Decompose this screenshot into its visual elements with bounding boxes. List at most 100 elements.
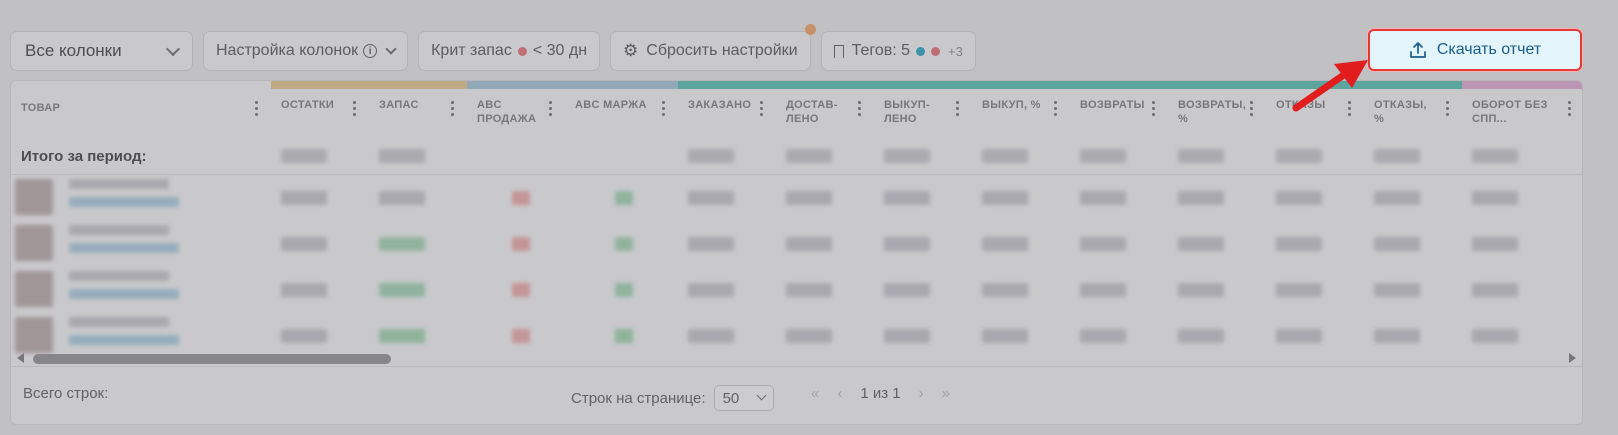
chevron-down-icon (756, 390, 767, 401)
gear-icon: ⚙ (623, 41, 639, 60)
redacted-cell (1374, 283, 1420, 297)
redacted-cell (512, 283, 530, 297)
redacted-cell (1276, 237, 1322, 251)
column-header[interactable]: Достав-лено (776, 81, 874, 137)
column-header[interactable]: Товар (11, 81, 271, 137)
pointer-arrow (1292, 60, 1368, 112)
columns-select[interactable]: Все колонки (10, 31, 193, 71)
tags-filter[interactable]: Тегов: 5 +3 (820, 31, 976, 71)
column-header[interactable]: Выкуп-лено (874, 81, 972, 137)
product-thumbnail (15, 317, 53, 353)
notification-dot (804, 24, 816, 35)
product-thumbnail (15, 271, 53, 307)
table-footer: Всего строк: Строк на странице: 50 « ‹ 1… (11, 366, 1582, 424)
redacted-cell (1080, 237, 1126, 251)
redacted-cell (281, 329, 327, 343)
column-header[interactable]: Выкуп, % (972, 81, 1070, 137)
next-page-icon[interactable]: › (919, 385, 924, 402)
column-menu-icon[interactable] (760, 101, 764, 119)
reset-settings-button[interactable]: ⚙ Сбросить настройки (610, 24, 816, 71)
column-header-label: Оборот без СПП... (1472, 99, 1548, 125)
product-thumbnail (15, 179, 53, 215)
redacted-cell (1374, 329, 1420, 343)
column-menu-icon[interactable] (858, 101, 862, 119)
redacted-cell (281, 149, 327, 163)
column-menu-icon[interactable] (1250, 101, 1254, 119)
column-header[interactable]: Заказано (678, 81, 776, 137)
column-menu-icon[interactable] (1152, 101, 1156, 119)
crit-stock-value: < 30 дн (532, 42, 588, 59)
column-header[interactable]: Остатки (271, 81, 369, 137)
redacted-cell (1178, 149, 1224, 163)
table-row[interactable] (11, 221, 1582, 267)
redacted-cell (1080, 191, 1126, 205)
tag-dot-blue (916, 46, 926, 56)
column-group-bar (776, 81, 874, 89)
scrollbar-thumb[interactable] (33, 354, 391, 364)
horizontal-scrollbar[interactable] (11, 351, 1582, 364)
scroll-right-icon[interactable] (1569, 353, 1576, 363)
redacted-cell (786, 191, 832, 205)
scroll-left-icon[interactable] (17, 353, 24, 363)
last-page-icon[interactable]: » (942, 385, 950, 402)
redacted-cell (69, 317, 169, 327)
redacted-cell (69, 289, 179, 299)
table-row[interactable] (11, 175, 1582, 221)
rows-per-page: Строк на странице: 50 (571, 385, 774, 411)
redacted-cell (615, 283, 633, 297)
rows-per-page-select[interactable]: 50 (713, 385, 774, 411)
table-row[interactable] (11, 267, 1582, 313)
column-menu-icon[interactable] (549, 101, 553, 119)
redacted-cell (281, 191, 327, 205)
redacted-cell (982, 283, 1028, 297)
column-menu-icon[interactable] (1568, 101, 1572, 119)
column-group-bar (972, 81, 1070, 89)
redacted-cell (512, 329, 530, 343)
redacted-cell (1276, 329, 1322, 343)
upload-icon (1409, 42, 1426, 58)
redacted-cell (69, 179, 169, 189)
column-menu-icon[interactable] (451, 101, 455, 119)
column-header-label: Запас (379, 99, 419, 111)
column-menu-icon[interactable] (255, 101, 259, 119)
column-header[interactable]: ABC продажа (467, 81, 565, 137)
columns-settings-button[interactable]: Настройка колонок i (203, 31, 409, 71)
column-header[interactable]: Оборот без СПП... (1462, 81, 1582, 137)
redacted-cell (69, 243, 179, 253)
column-group-bar (1070, 81, 1168, 89)
redacted-cell (1178, 283, 1224, 297)
redacted-cell (379, 329, 425, 343)
redacted-cell (1178, 329, 1224, 343)
redacted-cell (281, 283, 327, 297)
column-header[interactable]: ABC маржа (565, 81, 678, 137)
redacted-cell (512, 237, 530, 251)
column-menu-icon[interactable] (1446, 101, 1450, 119)
column-header-label: ABC продажа (477, 99, 537, 125)
pagination: « ‹ 1 из 1 › » (811, 385, 950, 402)
redacted-cell (1080, 283, 1126, 297)
column-header[interactable]: Возвраты (1070, 81, 1168, 137)
redacted-cell (69, 335, 179, 345)
column-menu-icon[interactable] (662, 101, 666, 119)
column-header[interactable]: Возвраты, % (1168, 81, 1266, 137)
redacted-cell (1276, 149, 1322, 163)
column-menu-icon[interactable] (956, 101, 960, 119)
total-rows: Всего строк: (23, 385, 108, 402)
column-header[interactable]: Запас (369, 81, 467, 137)
total-row: Итого за период: (11, 137, 1582, 175)
column-header-label: Товар (21, 102, 61, 114)
report-table: Товар Остатки Запас ABC продажа ABC маржа Зак… (10, 80, 1583, 425)
column-header-label: Остатки (281, 99, 335, 111)
column-group-bar (874, 81, 972, 89)
download-report-button[interactable]: Скачать отчет (1368, 29, 1582, 71)
column-menu-icon[interactable] (1054, 101, 1058, 119)
crit-stock-filter[interactable]: Крит запас < 30 дн (418, 31, 601, 71)
column-menu-icon[interactable] (353, 101, 357, 119)
redacted-cell (1472, 283, 1518, 297)
redacted-cell (982, 237, 1028, 251)
redacted-cell (982, 191, 1028, 205)
column-header-label: Возвраты, % (1178, 99, 1247, 125)
column-group-bar (271, 81, 369, 89)
prev-page-icon[interactable]: ‹ (837, 385, 842, 402)
first-page-icon[interactable]: « (811, 385, 819, 402)
